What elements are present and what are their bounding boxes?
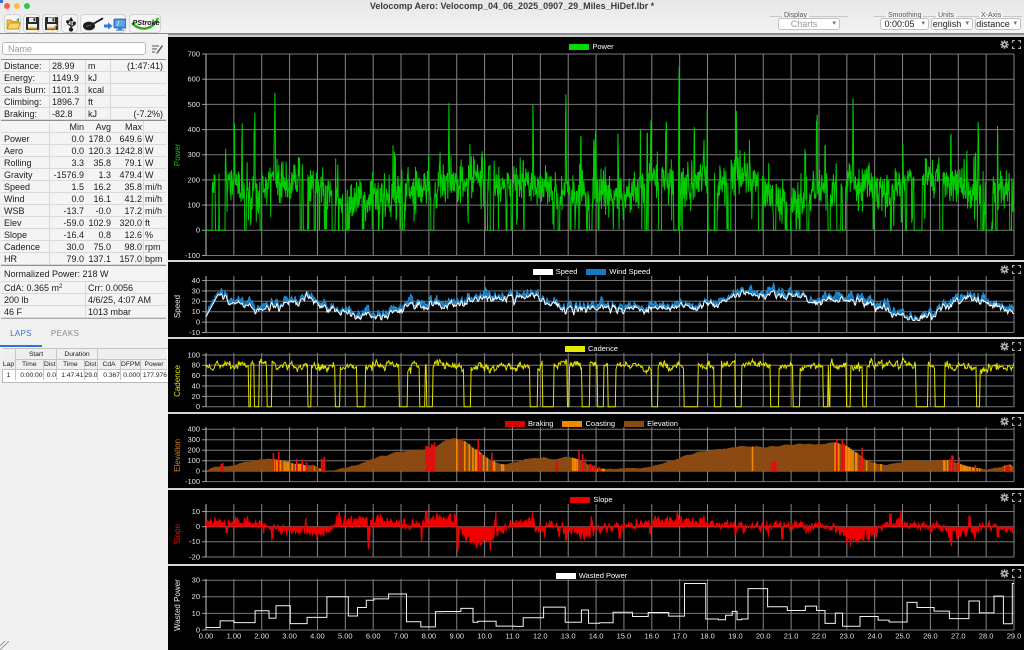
svg-text:-100: -100 (185, 251, 200, 260)
svg-text:10.0: 10.0 (477, 632, 492, 641)
svg-text:300: 300 (187, 435, 200, 444)
svg-text:20.0: 20.0 (756, 632, 771, 641)
svg-text:3.00: 3.00 (282, 632, 297, 641)
svg-text:1.00: 1.00 (227, 632, 242, 641)
svg-text:20: 20 (192, 297, 200, 306)
svg-text:400: 400 (187, 125, 200, 134)
svg-text:10: 10 (192, 609, 200, 618)
svg-text:2.00: 2.00 (254, 632, 269, 641)
svg-text:Wasted Power: Wasted Power (173, 579, 182, 631)
svg-text:Elevation: Elevation (173, 439, 182, 472)
svg-text:300: 300 (187, 150, 200, 159)
svg-text:Slope: Slope (173, 523, 182, 544)
svg-text:13.0: 13.0 (561, 632, 576, 641)
svg-text:500: 500 (187, 100, 200, 109)
svg-text:Power: Power (173, 143, 182, 166)
svg-text:4.00: 4.00 (310, 632, 325, 641)
svg-text:19.0: 19.0 (728, 632, 743, 641)
svg-text:-10: -10 (189, 537, 200, 546)
svg-text:10: 10 (192, 307, 200, 316)
svg-text:9.00: 9.00 (449, 632, 464, 641)
svg-text:22.0: 22.0 (812, 632, 827, 641)
svg-text:27.0: 27.0 (951, 632, 966, 641)
svg-text:-100: -100 (185, 477, 200, 486)
svg-text:10: 10 (192, 507, 200, 516)
svg-text:80: 80 (192, 361, 200, 370)
svg-text:24.0: 24.0 (867, 632, 882, 641)
svg-text:0.00: 0.00 (199, 632, 214, 641)
svg-text:18.0: 18.0 (700, 632, 715, 641)
svg-text:40: 40 (192, 381, 200, 390)
svg-text:5.00: 5.00 (338, 632, 353, 641)
svg-text:23.0: 23.0 (839, 632, 854, 641)
svg-text:Cadence: Cadence (173, 364, 182, 397)
svg-text:7.00: 7.00 (394, 632, 409, 641)
svg-text:14.0: 14.0 (589, 632, 604, 641)
svg-text:PStroke: PStroke (133, 18, 160, 27)
svg-text:12.0: 12.0 (533, 632, 548, 641)
svg-text:40: 40 (192, 276, 200, 285)
svg-text:11.0: 11.0 (505, 632, 519, 641)
svg-text:100: 100 (187, 456, 200, 465)
svg-text:21.0: 21.0 (784, 632, 799, 641)
svg-text:30: 30 (192, 286, 200, 295)
svg-text:-20: -20 (189, 552, 200, 561)
svg-text:26.0: 26.0 (923, 632, 938, 641)
svg-text:-10: -10 (189, 328, 200, 337)
svg-text:0: 0 (196, 522, 200, 531)
svg-text:0: 0 (196, 318, 200, 327)
svg-text:200: 200 (187, 175, 200, 184)
svg-text:17.0: 17.0 (672, 632, 687, 641)
svg-text:29.0: 29.0 (1007, 632, 1022, 641)
svg-text:0: 0 (196, 467, 200, 476)
svg-text:0: 0 (196, 226, 200, 235)
svg-text:6.00: 6.00 (366, 632, 381, 641)
svg-text:15.0: 15.0 (617, 632, 632, 641)
svg-text:16.0: 16.0 (644, 632, 659, 641)
svg-text:Speed: Speed (173, 295, 182, 318)
svg-text:20: 20 (192, 392, 200, 401)
svg-text:200: 200 (187, 446, 200, 455)
svg-text:100: 100 (187, 201, 200, 210)
svg-text:20: 20 (192, 592, 200, 601)
svg-text:8.00: 8.00 (422, 632, 437, 641)
svg-text:0: 0 (196, 402, 200, 411)
svg-text:25.0: 25.0 (895, 632, 910, 641)
svg-text:60: 60 (192, 371, 200, 380)
svg-text:28.0: 28.0 (979, 632, 994, 641)
svg-text:600: 600 (187, 75, 200, 84)
